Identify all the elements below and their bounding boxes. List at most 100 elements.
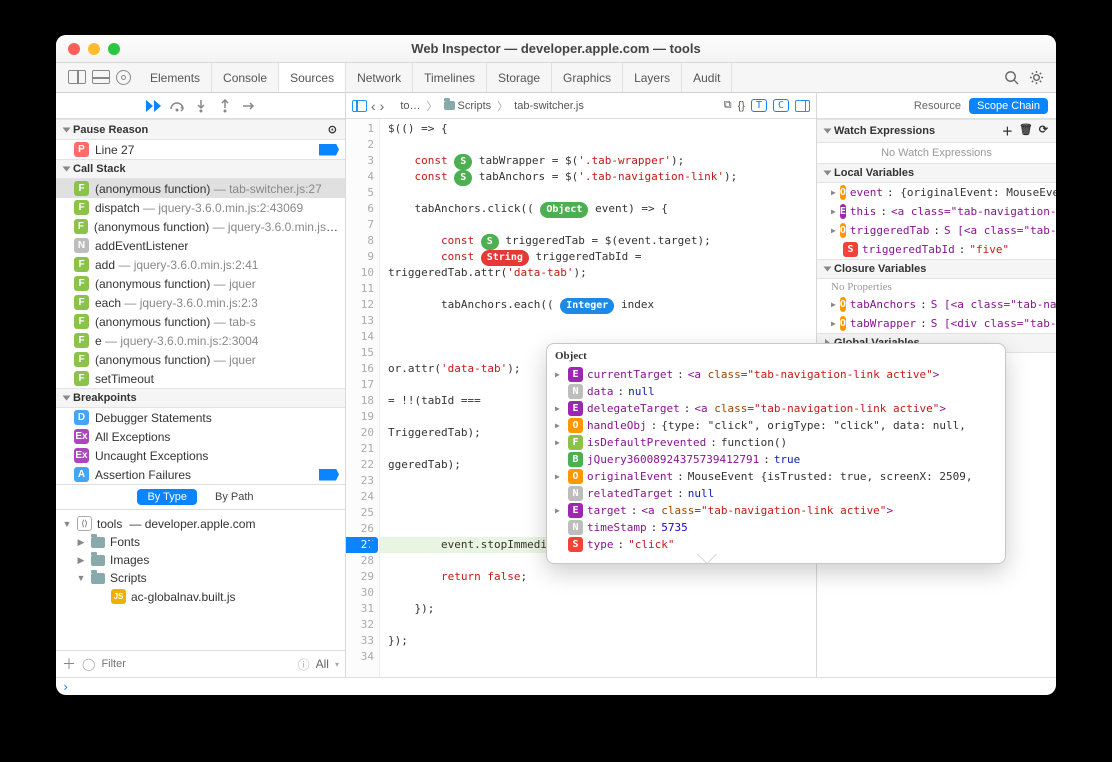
sidebar-left-icon[interactable] [68,70,86,84]
closure-variables-header[interactable]: Closure Variables [817,259,1056,279]
tab-timelines[interactable]: Timelines [413,63,487,92]
settings-icon[interactable] [1029,70,1044,85]
popover-property[interactable]: B jQuery360089243757394127​91: true [555,451,997,468]
tab-layers[interactable]: Layers [623,63,682,92]
scope-chain-button[interactable]: Scope Chain [969,98,1048,114]
coverage-badge-icon[interactable]: C [773,99,789,112]
breakpoint-row[interactable]: D Debugger Statements [56,408,345,427]
call-stack-header[interactable]: Call Stack [56,159,345,179]
popover-property[interactable]: N relatedTarget: null [555,485,997,502]
continue-icon[interactable] [145,99,161,113]
source-toolbar: ‹ › to… 〉 Scripts 〉 tab-switcher.js ⧉ {}… [346,93,816,119]
js-file-icon: JS [111,589,126,604]
breakpoints-header[interactable]: Breakpoints [56,388,345,408]
breadcrumb-scripts[interactable]: Scripts [444,100,492,112]
popover-property[interactable]: ▶F isDefaultPrevented: function() [555,434,997,451]
variable-row[interactable]: ▶O event: {originalEvent: MouseEvent [817,183,1056,202]
call-stack-frame[interactable]: F add — jquery-3.6.0.min.js:2:41 [56,255,345,274]
step-into-icon[interactable] [193,99,209,113]
popover-property[interactable]: ▶E delegateTarget: <a class="tab-navigat… [555,400,997,417]
tab-console[interactable]: Console [212,63,279,92]
nav-forward-icon[interactable]: › [380,98,385,114]
call-stack-frame[interactable]: F each — jquery-3.6.0.min.js:2:3 [56,293,345,312]
toggle-left-sidebar-icon[interactable] [352,100,367,112]
nav-back-icon[interactable]: ‹ [371,98,376,114]
call-stack-frame[interactable]: F (anonymous function) — tab-s [56,312,345,331]
call-stack-frame[interactable]: F e — jquery-3.6.0.min.js:2:3004 [56,331,345,350]
pause-reason-row[interactable]: P Line 27 [56,140,345,159]
variable-row[interactable]: ▶E this: <a class="tab-navigation-lin [817,202,1056,221]
options-icon[interactable]: ⊙ [328,123,337,136]
breakpoint-row[interactable]: A Assertion Failures [56,465,345,484]
call-stack-frame[interactable]: F (anonymous function) — jquery-3.6.0.mi… [56,217,345,236]
breakpoint-badge-icon: Ex [74,448,89,463]
variable-row[interactable]: ▶O triggeredTab: S [<a class="tab-nav [817,221,1056,240]
popover-property[interactable]: ▶E target: <a class="tab-navigation-link… [555,502,997,519]
step-icon[interactable] [241,99,257,113]
popover-title: Object [555,350,997,362]
tree-root[interactable]: ▼⟨⟩ tools — developer.apple.com [56,514,345,533]
tab-elements[interactable]: Elements [139,63,212,92]
filter-input[interactable] [101,658,291,670]
function-badge-icon: F [74,314,89,329]
call-stack-frame[interactable]: F (anonymous function) — jquer [56,350,345,369]
breakpoint-row[interactable]: Ex All Exceptions [56,427,345,446]
tree-folder-images[interactable]: ▶Images [56,551,345,569]
search-icon[interactable] [1004,70,1019,85]
element-picker-icon[interactable] [116,70,131,85]
pause-reason-header[interactable]: Pause Reason ⊙ [56,119,345,140]
step-out-icon[interactable] [217,99,233,113]
tab-graphics[interactable]: Graphics [552,63,623,92]
copy-icon[interactable]: ⧉ [724,99,732,112]
variable-row[interactable]: ▶O tabWrapper: S [<div class="tab-wr [817,314,1056,333]
type-badge-icon: O [840,223,846,238]
braces-icon[interactable]: {} [738,100,745,112]
variable-row[interactable]: S triggeredTabId: "five" [817,240,1056,259]
call-stack-frame[interactable]: F (anonymous function) — tab-switcher.js… [56,179,345,198]
console-prompt[interactable]: › [56,677,1056,695]
call-stack-frame[interactable]: F setTimeout [56,369,345,388]
popover-property[interactable]: N data: null [555,383,997,400]
call-stack-frame[interactable]: N addEventListener [56,236,345,255]
call-stack-frame[interactable]: F dispatch — jquery-3.6.0.min.js:2:43069 [56,198,345,217]
type-badge-icon[interactable]: T [751,99,767,112]
local-variables-header[interactable]: Local Variables [817,163,1056,183]
step-over-icon[interactable] [169,99,185,113]
popover-property[interactable]: ▶O handleObj: {type: "click", origType: … [555,417,997,434]
filter-all-label[interactable]: All [316,657,329,671]
add-icon[interactable]: ＋ [62,654,76,674]
call-stack-frame[interactable]: F (anonymous function) — jquer [56,274,345,293]
watch-expressions-header[interactable]: Watch Expressions ＋ 🗑 ⟳ [817,119,1056,143]
resource-label[interactable]: Resource [914,100,961,112]
tree-folder-fonts[interactable]: ▶Fonts [56,533,345,551]
tab-audit[interactable]: Audit [682,63,732,92]
clear-watch-icon[interactable]: 🗑 [1019,123,1033,139]
popover-property[interactable]: S type: "click" [555,536,997,553]
tree-file[interactable]: JSac-globalnav.built.js [56,587,345,606]
popover-property[interactable]: N timeStamp: 5735 [555,519,997,536]
popover-property[interactable]: ▶O originalEvent: MouseEvent {isTrusted:… [555,468,997,485]
variable-row[interactable]: ▶O tabAnchors: S [<a class="tab-navi [817,295,1056,314]
refresh-watch-icon[interactable]: ⟳ [1039,123,1048,139]
tab-storage[interactable]: Storage [487,63,552,92]
resource-tree[interactable]: ▼⟨⟩ tools — developer.apple.com ▶Fonts ▶… [56,510,345,650]
type-badge-icon: E [568,367,583,382]
tab-sources[interactable]: Sources [279,63,346,92]
function-badge-icon: N [74,238,89,253]
tree-folder-scripts[interactable]: ▼Scripts [56,569,345,587]
filter-icon[interactable]: ◯ [82,657,95,671]
by-path-tab[interactable]: By Path [205,489,264,505]
popover-property[interactable]: ▶E currentTarget: <a class="tab-navigati… [555,366,997,383]
add-watch-icon[interactable]: ＋ [1002,123,1013,139]
by-type-tab[interactable]: By Type [137,489,197,505]
function-badge-icon: F [74,219,88,234]
info-icon[interactable]: ⓘ [298,656,310,673]
tab-network[interactable]: Network [346,63,413,92]
breadcrumb-file[interactable]: tab-switcher.js [514,100,584,112]
breakpoint-row[interactable]: Ex Uncaught Exceptions [56,446,345,465]
toggle-right-sidebar-icon[interactable] [795,100,810,112]
console-drawer-icon[interactable] [92,70,110,84]
type-badge-icon: N [568,520,583,535]
no-properties-label: No Properties [817,279,1056,295]
breadcrumb-root[interactable]: to… [400,100,420,112]
